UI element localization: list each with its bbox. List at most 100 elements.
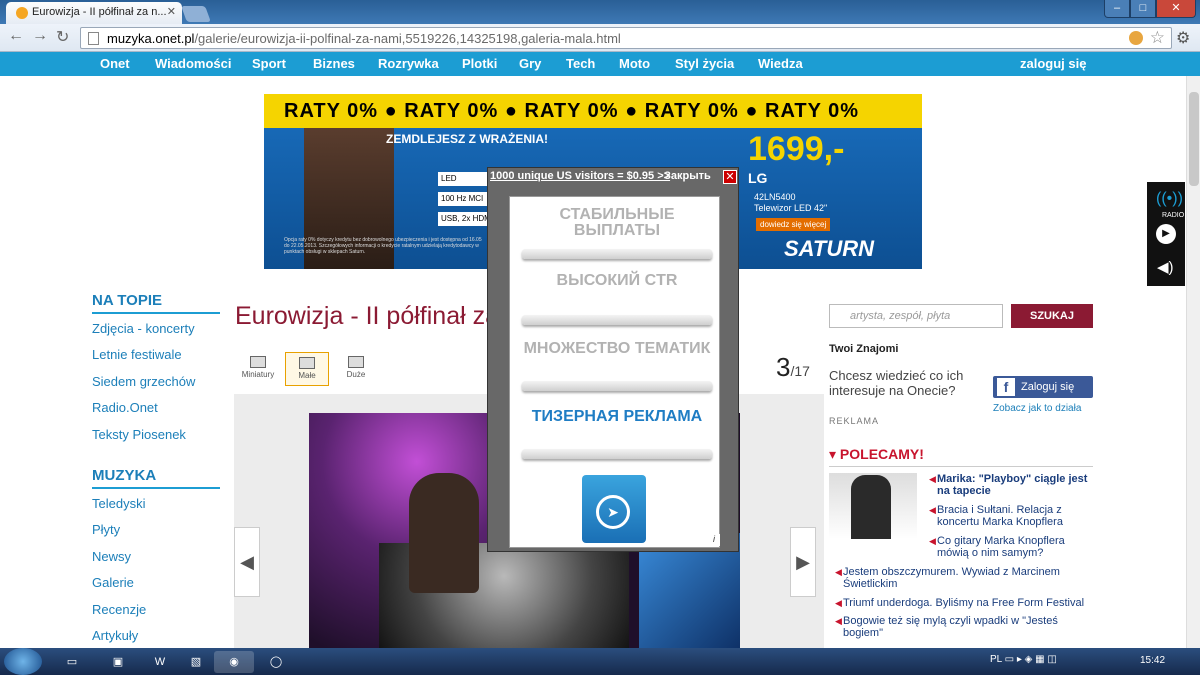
next-photo-button[interactable]: ▶ [790, 527, 816, 597]
news-text: Triumf underdoga. Byliśmy na Free Form F… [843, 597, 1085, 609]
friends-prompt: Chcesz wiedzieć co ich interesuje na One… [829, 368, 964, 398]
vertical-scrollbar[interactable] [1186, 76, 1200, 648]
section-na-topie: NA TOPIE [92, 292, 220, 314]
back-arrow-icon[interactable]: ← [8, 27, 24, 45]
section-muzyka: MUZYKA [92, 467, 220, 489]
link-zdjecia-koncerty[interactable]: Zdjęcia - koncerty [92, 321, 220, 347]
windows-taskbar: ▭ ▣ W ▧ ◉ ◯ PL ▭ ▸ ◈ ▦ ◫ 15:42 [0, 648, 1200, 675]
nav-onet[interactable]: Onet [100, 56, 130, 71]
scrollbar-thumb[interactable] [1189, 92, 1199, 186]
prev-photo-button[interactable]: ◀ [234, 527, 260, 597]
language-indicator[interactable]: PL [990, 654, 1002, 665]
nav-plotki[interactable]: Plotki [462, 56, 497, 71]
nav-wiadomosci[interactable]: Wiadomości [155, 56, 231, 71]
onet-nav-bar: Onet Wiadomości Sport Biznes Rozrywka Pl… [0, 52, 1200, 76]
popup-shelf [522, 449, 712, 459]
address-bar[interactable]: muzyka.onet.pl/galerie/eurowizja-ii-polf… [80, 27, 1172, 49]
gallery-counter: 3/17 [776, 352, 810, 383]
reload-icon[interactable]: ↻ [56, 27, 69, 47]
link-galerie[interactable]: Galerie [92, 575, 220, 601]
facebook-login-button[interactable]: f Zaloguj się [993, 376, 1093, 398]
popup-close-label[interactable]: Закрыть [664, 170, 711, 182]
nav-gry[interactable]: Gry [519, 56, 541, 71]
polecamy-heading: ▾ POLECAMY! [829, 446, 1093, 467]
popup-item: ВЫСОКИЙ CTR [556, 272, 678, 289]
nav-sport[interactable]: Sport [252, 56, 286, 71]
radio-volume-icon[interactable]: ◀) [1157, 258, 1174, 276]
nav-wiedza[interactable]: Wiedza [758, 56, 803, 71]
banner-raty-strip: RATY 0% ● RATY 0% ● RATY 0% ● RATY 0% ● … [264, 94, 922, 128]
link-siedem-grzechow[interactable]: Siedem grzechów [92, 374, 220, 400]
link-teksty-piosenek[interactable]: Teksty Piosenek [92, 427, 220, 453]
news-text: Co gitary Marka Knopflera mówią o nim sa… [937, 535, 1065, 559]
radio-signal-icon[interactable]: ((•)) [1156, 190, 1183, 208]
banner-headline: ZEMDLEJESZ Z WRAŻENIA! [386, 132, 548, 146]
news-item[interactable]: ◀ Co gitary Marka Knopflera mówią o nim s… [929, 535, 1093, 559]
news-item[interactable]: ◀ Bracia i Sułtani. Relacja z koncertu Ma… [929, 504, 1093, 528]
banner-cta-button[interactable]: dowiedz się więcej [756, 218, 831, 231]
link-recenzje[interactable]: Recenzje [92, 602, 220, 628]
link-newsy[interactable]: Newsy [92, 549, 220, 575]
nav-biznes[interactable]: Biznes [313, 56, 355, 71]
nav-moto[interactable]: Moto [619, 56, 650, 71]
ad-info-icon[interactable]: i [708, 534, 720, 546]
news-item[interactable]: ◀ Bogowie też się mylą czyli wpadki w "Je… [835, 615, 1093, 639]
news-item[interactable]: ◀ Marika: "Playboy" ciągle jest na tapeci… [929, 473, 1093, 497]
banner-price: 1699,- [748, 130, 845, 168]
nav-styl-zycia[interactable]: Styl życia [675, 56, 734, 71]
news-item[interactable]: ◀ Jestem obszczymurem. Wywiad z Marcinem … [835, 566, 1093, 590]
link-letnie-festiwale[interactable]: Letnie festiwale [92, 347, 220, 373]
saturn-logo: SATURN [784, 236, 875, 261]
news-item[interactable]: ◀ Triumf underdoga. Byliśmy na Free Form … [835, 597, 1093, 609]
bookmark-star-icon[interactable]: ☆ [1150, 28, 1165, 48]
extension-icon[interactable] [1129, 31, 1143, 45]
tab-close-icon[interactable]: ✕ [167, 5, 176, 18]
window-titlebar: Eurowizja - II półfinał za n... ✕ – □ ✕ [0, 0, 1200, 24]
browser-tab[interactable]: Eurowizja - II półfinał za n... ✕ [6, 2, 182, 24]
login-link[interactable]: zaloguj się [1020, 56, 1086, 71]
banner-model-desc: Telewizor LED 42" [754, 203, 828, 213]
close-window-button[interactable]: ✕ [1156, 0, 1196, 18]
view-duze-button[interactable]: Duże [334, 352, 378, 379]
new-tab-button[interactable] [181, 6, 211, 22]
link-teledyski[interactable]: Teledyski [92, 496, 220, 522]
nav-rozrywka[interactable]: Rozrywka [378, 56, 439, 71]
maximize-button[interactable]: □ [1130, 0, 1156, 18]
banner-model: 42LN5400 Telewizor LED 42" [754, 192, 827, 214]
nav-tech[interactable]: Tech [566, 56, 595, 71]
word-icon[interactable]: W [140, 651, 180, 673]
minimize-button[interactable]: – [1104, 0, 1130, 18]
how-it-works-link[interactable]: Zobacz jak to działa [993, 403, 1081, 414]
search-input[interactable]: artysta, zespół, płyta [829, 304, 1003, 328]
onet-favicon-icon [16, 7, 28, 19]
wrench-menu-icon[interactable]: ⚙ [1176, 28, 1190, 48]
search-button[interactable]: SZUKAJ [1011, 304, 1093, 328]
system-tray: PL ▭ ▸ ◈ ▦ ◫ [990, 654, 1057, 665]
view-miniatury-button[interactable]: Miniatury [236, 352, 280, 379]
link-radio-onet[interactable]: Radio.Onet [92, 400, 220, 426]
popup-close-icon[interactable]: ✕ [723, 170, 737, 184]
news-thumbnail[interactable] [829, 473, 917, 539]
news-text: Bogowie też się mylą czyli wpadki w "Jes… [843, 615, 1058, 639]
chrome-icon[interactable]: ◉ [214, 651, 254, 673]
start-button[interactable] [4, 648, 42, 675]
view-mode-label: Miniatury [241, 370, 275, 379]
opera-icon[interactable]: ◯ [256, 651, 296, 673]
clock[interactable]: 15:42 [1140, 655, 1165, 666]
view-male-button[interactable]: Małe [285, 352, 329, 386]
tray-icons[interactable]: ▭ ▸ ◈ ▦ ◫ [1005, 654, 1057, 665]
popup-package-image: ➤ [582, 475, 646, 543]
facebook-login-label: Zaloguj się [1021, 381, 1075, 393]
popup-ad-body[interactable]: СТАБИЛЬНЫЕ ВЫПЛАТЫ ВЫСОКИЙ CTR МНОЖЕСТВО… [509, 196, 720, 548]
ad-label: REKLAMA [829, 416, 880, 426]
media-icon[interactable]: ▣ [98, 651, 138, 673]
radio-play-icon[interactable]: ▶ [1156, 224, 1176, 244]
paper-plane-icon: ➤ [596, 495, 630, 529]
url-path: /galerie/eurowizja-ii-polfinal-za-nami,5… [194, 31, 621, 46]
forward-arrow-icon[interactable]: → [32, 27, 48, 45]
link-plyty[interactable]: Płyty [92, 522, 220, 548]
popup-shelf [522, 249, 712, 259]
explorer-icon[interactable]: ▭ [52, 651, 92, 673]
photos-icon[interactable]: ▧ [176, 651, 216, 673]
popup-shelf [522, 315, 712, 325]
